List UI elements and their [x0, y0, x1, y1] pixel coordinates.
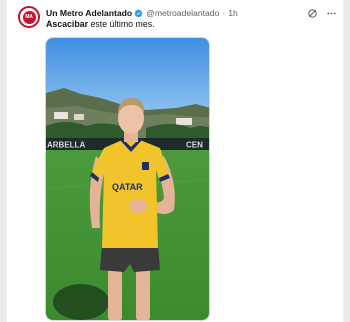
banner-text-left: ARBELLA: [47, 141, 85, 150]
timestamp[interactable]: 1h: [228, 8, 238, 18]
media-image: ARBELLA CEN QATAR: [46, 38, 209, 320]
avatar-logo: MA: [22, 10, 36, 24]
tweet-header: Un Metro Adelantado @metroadelantado · 1…: [46, 6, 337, 20]
author-name[interactable]: Un Metro Adelantado: [46, 8, 132, 18]
verified-badge-icon: [134, 9, 143, 17]
tweet-media[interactable]: ARBELLA CEN QATAR: [45, 37, 210, 321]
shadow: [53, 284, 109, 320]
banner-text-right: CEN: [186, 141, 203, 150]
author-handle[interactable]: @metroadelantado: [146, 8, 219, 18]
avatar[interactable]: MA: [18, 6, 40, 28]
separator-dot: ·: [222, 8, 226, 18]
tweet-text-rest: este último mes.: [88, 19, 155, 29]
grok-icon[interactable]: [307, 8, 318, 19]
tweet-text: Ascacibar este último mes.: [46, 19, 155, 29]
tweet-card[interactable]: MA Un Metro Adelantado @metroadelantado …: [6, 0, 344, 322]
tweet-text-bold: Ascacibar: [46, 19, 89, 29]
shirt-sponsor: QATAR: [112, 182, 143, 192]
more-icon[interactable]: [326, 8, 337, 19]
club-crest: [142, 162, 149, 170]
